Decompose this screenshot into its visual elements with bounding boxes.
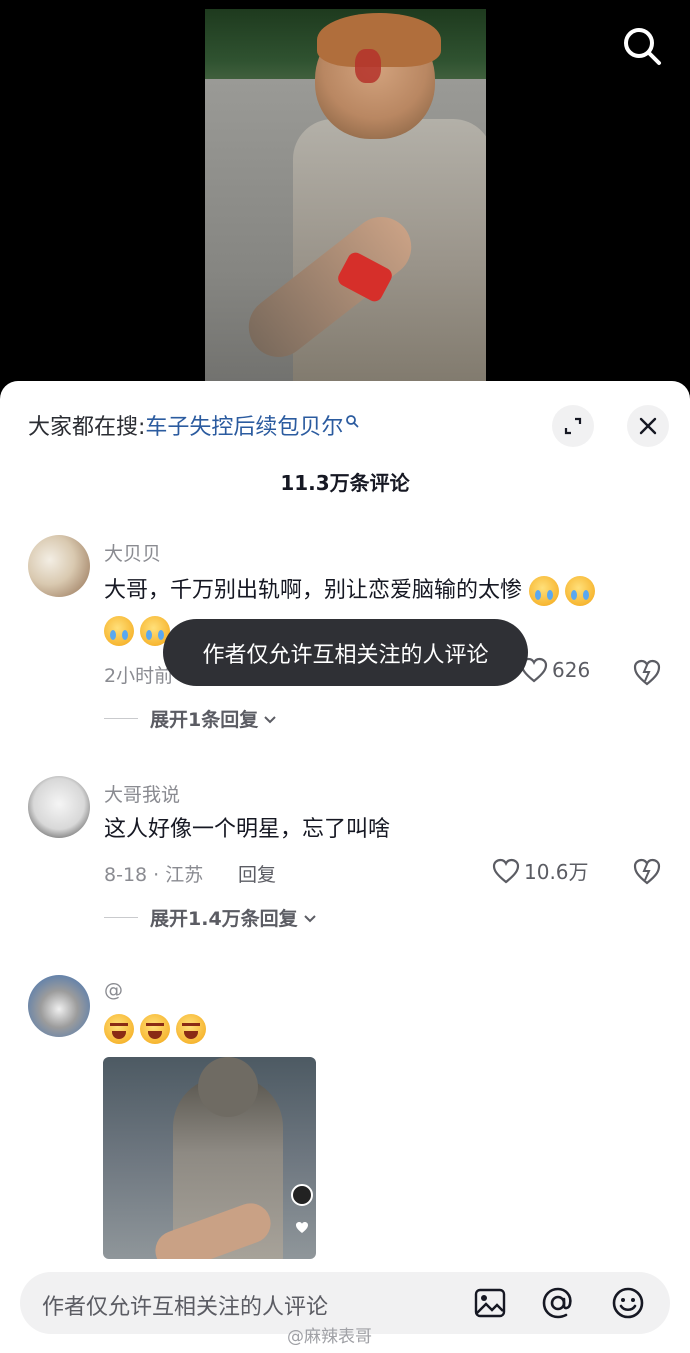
like-count: 626: [552, 658, 591, 682]
image-person-head: [198, 1057, 258, 1117]
laughing-emoji-icon: [176, 1014, 206, 1044]
hot-search-term[interactable]: 车子失控后续包贝尔: [145, 409, 343, 441]
laughing-emoji-icon: [104, 1014, 134, 1044]
video-frame[interactable]: [205, 9, 486, 400]
expand-sheet-button[interactable]: [552, 405, 594, 447]
expand-replies-button[interactable]: 展开1条回复: [104, 705, 278, 732]
heart-icon: [492, 858, 520, 883]
dislike-icon[interactable]: [632, 657, 662, 687]
comments-sheet: 大家都在搜: 车子失控后续包贝尔 11.3万条评论 大贝贝 大哥，千万别出轨啊，…: [0, 381, 690, 1353]
comment-input-placeholder: 作者仅允许互相关注的人评论: [42, 1295, 329, 1320]
crying-emoji-icon: [529, 576, 560, 606]
crying-emoji-icon: [104, 616, 134, 646]
reply-button[interactable]: 回复: [238, 860, 276, 887]
avatar[interactable]: [28, 975, 90, 1037]
expand-replies-button[interactable]: 展开1.4万条回复: [104, 904, 318, 931]
search-icon: [624, 28, 661, 65]
emoji-icon[interactable]: [610, 1285, 646, 1321]
search-button[interactable]: [620, 24, 664, 68]
heart-icon: [296, 1222, 308, 1233]
comment-username[interactable]: 大贝贝: [104, 539, 161, 566]
avatar[interactable]: [28, 776, 90, 838]
close-icon: [639, 417, 657, 435]
comment-meta: 8-18 · 江苏: [104, 864, 204, 886]
comment-count: 11.3万条评论: [280, 471, 410, 495]
avatar[interactable]: [28, 535, 90, 597]
image-icon[interactable]: [472, 1285, 508, 1321]
divider: [104, 718, 138, 719]
dislike-icon[interactable]: [632, 856, 662, 886]
comment-username[interactable]: @: [104, 979, 123, 1001]
comment-meta: 2小时前: [104, 665, 174, 687]
chevron-down-icon: [303, 914, 316, 922]
like-count: 10.6万: [524, 860, 589, 884]
video-player[interactable]: [0, 0, 690, 400]
watermark: @麻辣表哥: [287, 1327, 372, 1347]
search-small-icon: [346, 415, 359, 428]
laughing-emoji-icon: [140, 1014, 170, 1044]
comment-text-body: 大哥，千万别出轨啊，别让恋爱脑输的太惨: [104, 578, 523, 603]
image-creator-avatar: [291, 1184, 313, 1206]
like-button[interactable]: 626: [520, 657, 590, 683]
divider: [104, 917, 138, 918]
comment-text: 这人好像一个明星，忘了叫啥: [104, 817, 391, 842]
comment-username[interactable]: 大哥我说: [104, 780, 180, 807]
comment-image[interactable]: [103, 1057, 316, 1259]
hot-search-prefix: 大家都在搜:: [28, 415, 146, 440]
at-icon[interactable]: [540, 1285, 576, 1321]
video-person-wound: [355, 49, 381, 83]
close-sheet-button[interactable]: [627, 405, 669, 447]
like-button[interactable]: 10.6万: [492, 856, 589, 885]
toast-message: 作者仅允许互相关注的人评论: [163, 619, 528, 686]
comment-emojis: [104, 1009, 664, 1049]
crying-emoji-icon: [565, 576, 596, 606]
expand-icon: [564, 417, 582, 435]
chevron-down-icon: [264, 715, 276, 723]
expand-replies-label: 展开1.4万条回复: [150, 908, 298, 930]
hot-search-bar[interactable]: 大家都在搜: 车子失控后续包贝尔: [28, 409, 359, 441]
expand-replies-label: 展开1条回复: [150, 709, 259, 731]
